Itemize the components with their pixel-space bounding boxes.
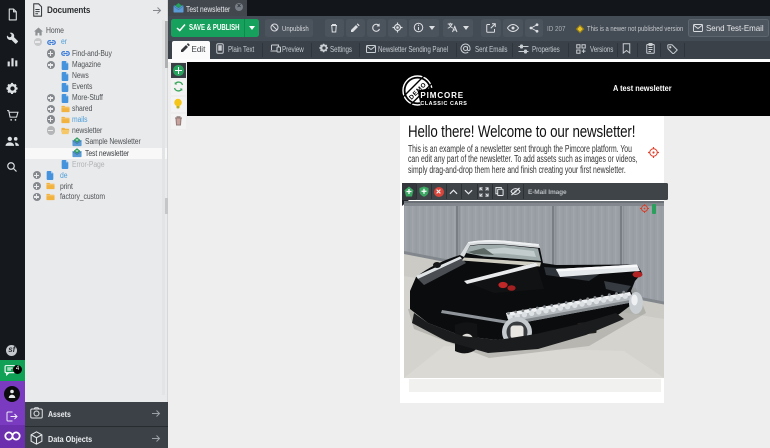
svg-text:PIMCORE: PIMCORE bbox=[420, 91, 464, 100]
svg-text:CLASSIC CARS: CLASSIC CARS bbox=[420, 101, 467, 107]
